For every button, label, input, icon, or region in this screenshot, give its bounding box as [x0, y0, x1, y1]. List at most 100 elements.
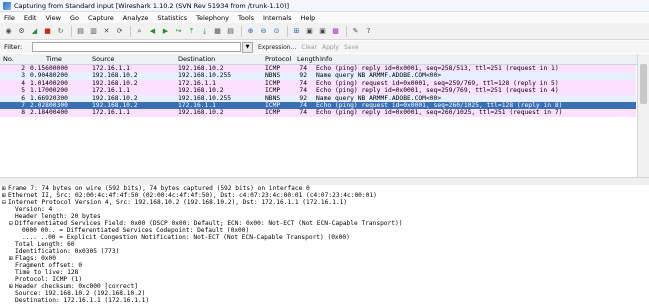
close-file-icon[interactable]: ✕	[102, 27, 111, 36]
packet-info-cell: Name query NB ARMMF.ADOBE.COM<00>	[316, 94, 442, 102]
packet-destination-cell: 192.168.10.2	[178, 65, 224, 72]
menu-view[interactable]: View	[45, 14, 60, 22]
save-button[interactable]: Save	[344, 44, 359, 51]
menu-tools[interactable]: Tools	[238, 14, 254, 22]
packet-time-cell: 1.01400200	[30, 79, 68, 87]
colorize-icon[interactable]: ▦	[213, 27, 222, 36]
packet-row[interactable]: 3 0.90480200 192.168.10.2 192.168.10.255 NBN…	[0, 72, 636, 80]
detail-tree-item[interactable]: Source: 192.168.10.2 (192.168.10.2)	[9, 290, 145, 297]
detail-tree-item[interactable]: Protocol: ICMP (1)	[9, 276, 82, 283]
column-header-time[interactable]: Time	[46, 55, 62, 63]
packet-protocol-cell: NBNS	[265, 72, 281, 80]
detail-tree-item[interactable]: 0000 00.. = Differentiated Services Code…	[16, 227, 249, 234]
detail-tree-item[interactable]: ⊟ Internet Protocol Version 4, Src: 192.1…	[2, 199, 347, 206]
filter-bar: Filter: ▼ Expression... Clear Apply Save	[0, 41, 649, 53]
packet-row[interactable]: 5 1.17000200 172.16.1.1 192.168.10.2 ICMP 74 E…	[0, 87, 636, 95]
menu-go[interactable]: Go	[70, 14, 79, 22]
detail-tree-item[interactable]: Version: 4	[9, 206, 52, 213]
menu-help[interactable]: Help	[300, 14, 315, 22]
column-header-source[interactable]: Source	[92, 55, 114, 63]
detail-tree-item[interactable]: Header length: 20 bytes	[9, 213, 101, 220]
detail-text: Fragment offset: 0	[15, 262, 83, 269]
chevron-down-icon: ▼	[245, 44, 250, 50]
capture-options-icon[interactable]: ⚙	[17, 27, 26, 36]
zoom-in-icon[interactable]: ⊕	[246, 27, 255, 36]
menu-bar: File Edit View Go Capture Analyze Statistics Te…	[0, 12, 649, 23]
packet-source-cell: 192.168.10.2	[92, 102, 138, 109]
packet-row[interactable]: 6 1.66920300 192.168.10.2 192.168.10.255 NBN…	[0, 94, 636, 102]
clear-button[interactable]: Clear	[301, 44, 317, 51]
interface-list-icon[interactable]: ◉	[4, 27, 13, 36]
menu-telephony[interactable]: Telephony	[196, 14, 229, 22]
resize-columns-icon[interactable]: ⊞	[292, 27, 301, 36]
normal-size-icon[interactable]: ⊙	[272, 27, 281, 36]
detail-text: Source: 192.168.10.2 (192.168.10.2)	[15, 290, 146, 297]
detail-tree-item[interactable]: Identification: 0x0305 (773)	[9, 248, 119, 255]
packet-protocol-cell: ICMP	[265, 65, 281, 72]
stop-capture-icon[interactable]: ■	[43, 27, 52, 36]
preferences-icon[interactable]: ✎	[351, 27, 360, 36]
packet-row[interactable]: 4 1.01400200 192.168.10.2 172.16.1.1 ICMP 74 E…	[0, 79, 636, 88]
packet-length-cell: 74	[299, 87, 307, 95]
auto-scroll-icon[interactable]: ▤	[226, 27, 235, 36]
column-header-info[interactable]: Info	[320, 55, 332, 63]
main-toolbar: ◉ ⚙ ◢ ■ ↻ ▤ ▥ ✕ ⟳ ⌕ ◀ ▶ ↪ ⤒ ⤓ ▦ ▤ ⊕ ⊖ ⊙ ⊞ ▣ ▣ ▩ ✎?	[0, 23, 649, 40]
toolbar-separator	[241, 25, 242, 37]
menu-statistics[interactable]: Statistics	[157, 14, 187, 22]
packet-length-cell: 74	[299, 79, 307, 87]
scrollbar-thumb[interactable]	[640, 64, 647, 104]
detail-tree-item[interactable]: ⊞ Flags: 0x00	[9, 255, 56, 262]
apply-button[interactable]: Apply	[322, 44, 339, 51]
packet-row[interactable]: 8 2.18400400 172.16.1.1 192.168.10.2 ICMP 74 E…	[0, 109, 636, 117]
packet-list-scrollbar[interactable]	[637, 54, 649, 177]
column-header-length[interactable]: Length	[297, 55, 319, 63]
detail-tree-item[interactable]: ⊞ Ethernet II, Src: 02:00:4c:4f:4f:50 (02…	[2, 192, 377, 199]
packet-row[interactable]: 2 0.15600000 172.16.1.1 192.168.10.2 ICMP 74 E…	[0, 65, 636, 73]
reload-icon[interactable]: ⟳	[115, 27, 124, 36]
menu-internals[interactable]: Internals	[263, 14, 291, 22]
go-forward-icon[interactable]: ▶	[161, 27, 170, 36]
go-back-icon[interactable]: ◀	[148, 27, 157, 36]
detail-text: Version: 4	[15, 206, 53, 213]
detail-tree-item[interactable]: Fragment offset: 0	[9, 262, 82, 269]
open-file-icon[interactable]: ▤	[76, 27, 85, 36]
expression-button[interactable]: Expression...	[258, 44, 296, 51]
save-file-icon[interactable]: ▥	[89, 27, 98, 36]
filter-input[interactable]	[32, 42, 241, 52]
zoom-out-icon[interactable]: ⊖	[259, 27, 268, 36]
column-header-protocol[interactable]: Protocol	[265, 55, 291, 63]
display-filters-icon[interactable]: ▣	[318, 27, 327, 36]
go-last-icon[interactable]: ⤓	[200, 27, 209, 36]
find-packet-icon[interactable]: ⌕	[135, 27, 144, 36]
go-first-icon[interactable]: ⤒	[187, 27, 196, 36]
detail-text: Protocol: ICMP (1)	[15, 276, 83, 283]
packet-row[interactable]: 7 2.02800300 192.168.10.2 172.16.1.1 ICMP 74 E…	[0, 102, 636, 110]
column-header-no[interactable]: No.	[3, 55, 14, 63]
packet-destination-cell: 192.168.10.2	[178, 109, 224, 117]
packet-time-cell: 2.02800300	[30, 102, 68, 109]
packet-info-cell: Echo (ping) request id=0x0001, seq=260/1…	[316, 102, 563, 109]
menu-analyze[interactable]: Analyze	[123, 14, 149, 22]
packet-time-cell: 0.90480200	[30, 72, 68, 80]
restart-capture-icon[interactable]: ↻	[56, 27, 65, 36]
packet-time-cell: 1.17000200	[30, 87, 68, 95]
menu-capture[interactable]: Capture	[88, 14, 114, 22]
detail-tree-item[interactable]: Total Length: 60	[9, 241, 75, 248]
coloring-rules-icon[interactable]: ▩	[331, 27, 340, 36]
capture-filters-icon[interactable]: ▣	[305, 27, 314, 36]
detail-tree-item[interactable]: Time to live: 128	[9, 269, 78, 276]
wireshark-icon	[3, 1, 11, 10]
column-header-destination[interactable]: Destination	[178, 55, 215, 63]
menu-edit[interactable]: Edit	[24, 14, 37, 22]
menu-file[interactable]: File	[4, 14, 15, 22]
go-to-packet-icon[interactable]: ↪	[174, 27, 183, 36]
detail-tree-item[interactable]: ⊟ Differentiated Services Field: 0x00 (DS…	[9, 220, 402, 227]
start-capture-icon[interactable]: ◢	[30, 27, 39, 36]
filter-dropdown-button[interactable]: ▼	[242, 41, 253, 53]
detail-tree-item[interactable]: ⊞ Frame 7: 74 bytes on wire (592 bits), 7…	[2, 185, 310, 192]
help-icon[interactable]: ?	[364, 27, 373, 36]
packet-source-cell: 172.16.1.1	[92, 87, 130, 95]
packet-source-cell: 192.168.10.2	[92, 94, 138, 102]
detail-tree-item[interactable]: ⊞ Header checksum: 0xc000 [correct]	[9, 283, 138, 290]
detail-tree-item[interactable]: .... ..00 = Explicit Congestion Notifica…	[16, 234, 350, 241]
